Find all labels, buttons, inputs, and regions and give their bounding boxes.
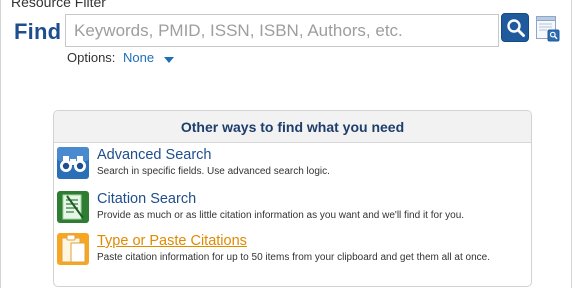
search-box (65, 14, 499, 47)
caret-down-icon[interactable] (163, 51, 174, 66)
find-panel: Resource Filter Find Options: None Other (0, 0, 572, 288)
notepad-icon[interactable] (57, 191, 89, 223)
options-row: Options: None (67, 50, 174, 66)
find-label: Find (14, 19, 62, 44)
magnifier-icon (507, 19, 525, 37)
paste-citations-item: Type or Paste Citations Paste citation i… (54, 233, 531, 281)
paste-citations-description: Paste citation information for up to 50 … (97, 252, 490, 263)
citation-search-link[interactable]: Citation Search (97, 191, 196, 207)
advanced-search-description: Search in specific fields. Use advanced … (97, 166, 330, 177)
citation-search-description: Provide as much or as little citation in… (97, 210, 465, 221)
options-dropdown[interactable]: None (123, 50, 154, 65)
advanced-search-link[interactable]: Advanced Search (97, 147, 211, 163)
binoculars-icon[interactable] (57, 147, 89, 179)
other-ways-panel: Other ways to find what you need Advance… (53, 110, 532, 287)
citation-search-item: Citation Search Provide as much or as li… (54, 191, 531, 225)
panel-title: Other ways to find what you need (54, 111, 531, 143)
search-button[interactable] (501, 13, 529, 42)
catalog-icon (536, 16, 560, 42)
paste-citations-link[interactable]: Type or Paste Citations (97, 233, 247, 249)
search-input[interactable] (66, 15, 498, 46)
advanced-search-item: Advanced Search Search in specific field… (54, 147, 531, 181)
clipboard-icon[interactable] (57, 233, 89, 265)
options-label: Options: (67, 50, 116, 65)
top-partial-heading: Resource Filter (11, 0, 106, 10)
catalog-search-button[interactable] (536, 16, 560, 42)
